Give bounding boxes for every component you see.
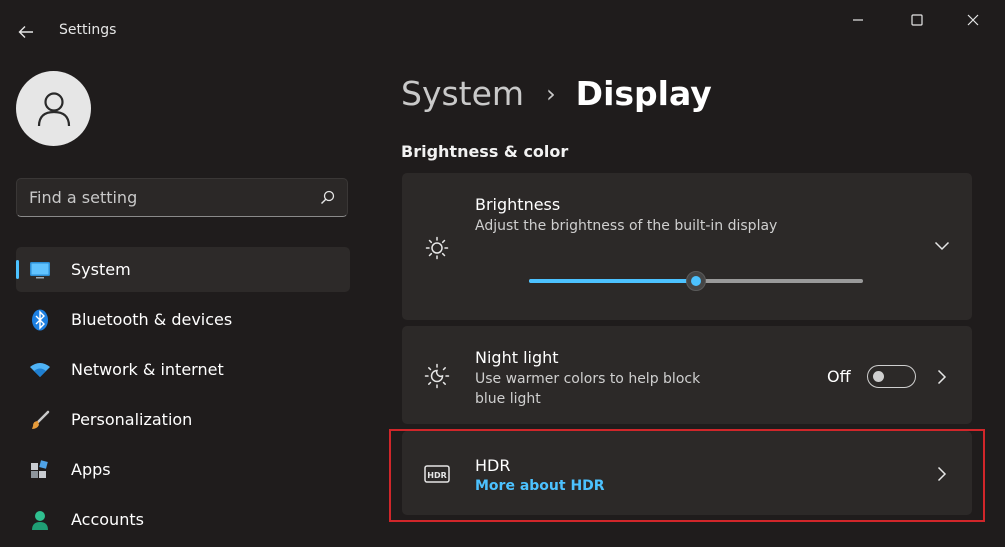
maximize-button[interactable]: [897, 8, 937, 32]
slider-thumb[interactable]: [686, 271, 706, 291]
back-button[interactable]: [14, 20, 38, 44]
brightness-slider[interactable]: [529, 271, 863, 291]
person-icon: [37, 91, 70, 126]
close-icon: [967, 14, 979, 26]
brush-icon: [28, 409, 52, 431]
minimize-icon: [853, 19, 863, 21]
sidebar-item-label: Apps: [71, 460, 111, 479]
sidebar-item-label: Network & internet: [71, 360, 224, 379]
close-button[interactable]: [953, 8, 993, 32]
search-icon[interactable]: [320, 190, 335, 205]
sun-icon: [424, 235, 450, 261]
sidebar-item-label: System: [71, 260, 131, 279]
brightness-description: Adjust the brightness of the built-in di…: [475, 218, 778, 234]
bluetooth-icon: [28, 309, 52, 331]
person-icon: [28, 509, 52, 531]
breadcrumb-separator-icon: ›: [546, 79, 556, 108]
apps-icon: [28, 459, 52, 481]
sidebar-item-personalization[interactable]: Personalization: [16, 397, 350, 442]
back-arrow-icon: [18, 26, 33, 38]
night-light-description-line1: Use warmer colors to help block: [475, 371, 701, 387]
breadcrumb-parent[interactable]: System: [401, 74, 524, 113]
title-bar: Settings: [0, 0, 1005, 62]
chevron-right-icon[interactable]: [932, 367, 952, 387]
hdr-icon: HDR: [424, 461, 450, 487]
sidebar-item-label: Personalization: [71, 410, 193, 429]
chevron-right-icon[interactable]: [932, 464, 952, 484]
slider-fill: [529, 279, 696, 283]
monitor-icon: [28, 259, 52, 281]
section-title: Brightness & color: [401, 142, 569, 161]
sidebar-nav: System Bluetooth & devices Network & int…: [16, 247, 350, 547]
night-light-card[interactable]: Night light Use warmer colors to help bl…: [402, 326, 972, 424]
sidebar-item-label: Bluetooth & devices: [71, 310, 233, 329]
app-title: Settings: [59, 22, 117, 38]
minimize-button[interactable]: [838, 8, 878, 32]
chevron-down-icon[interactable]: [932, 236, 952, 256]
search-input[interactable]: [29, 179, 309, 216]
avatar[interactable]: [16, 71, 91, 146]
sidebar-item-system[interactable]: System: [16, 247, 350, 292]
sidebar-item-label: Accounts: [71, 510, 144, 529]
breadcrumb: System › Display: [401, 74, 712, 113]
night-light-icon: [424, 363, 450, 389]
night-light-title: Night light: [475, 348, 559, 367]
sidebar-item-bluetooth[interactable]: Bluetooth & devices: [16, 297, 350, 342]
sidebar-item-accounts[interactable]: Accounts: [16, 497, 350, 542]
sidebar-item-apps[interactable]: Apps: [16, 447, 350, 492]
selection-indicator: [16, 260, 19, 279]
night-light-state-label: Off: [827, 367, 851, 386]
more-about-hdr-link[interactable]: More about HDR: [475, 478, 605, 494]
night-light-toggle[interactable]: [867, 365, 916, 388]
wifi-icon: [28, 359, 52, 381]
hdr-card[interactable]: HDR HDR More about HDR: [402, 431, 972, 515]
brightness-card[interactable]: Brightness Adjust the brightness of the …: [402, 173, 972, 320]
hdr-title: HDR: [475, 456, 511, 475]
brightness-title: Brightness: [475, 195, 561, 214]
toggle-knob: [873, 371, 884, 382]
sidebar-item-network[interactable]: Network & internet: [16, 347, 350, 392]
search-box[interactable]: [16, 178, 348, 217]
svg-text:HDR: HDR: [427, 471, 447, 480]
night-light-description-line2: blue light: [475, 391, 541, 407]
maximize-icon: [911, 14, 923, 26]
page-title: Display: [575, 74, 712, 113]
